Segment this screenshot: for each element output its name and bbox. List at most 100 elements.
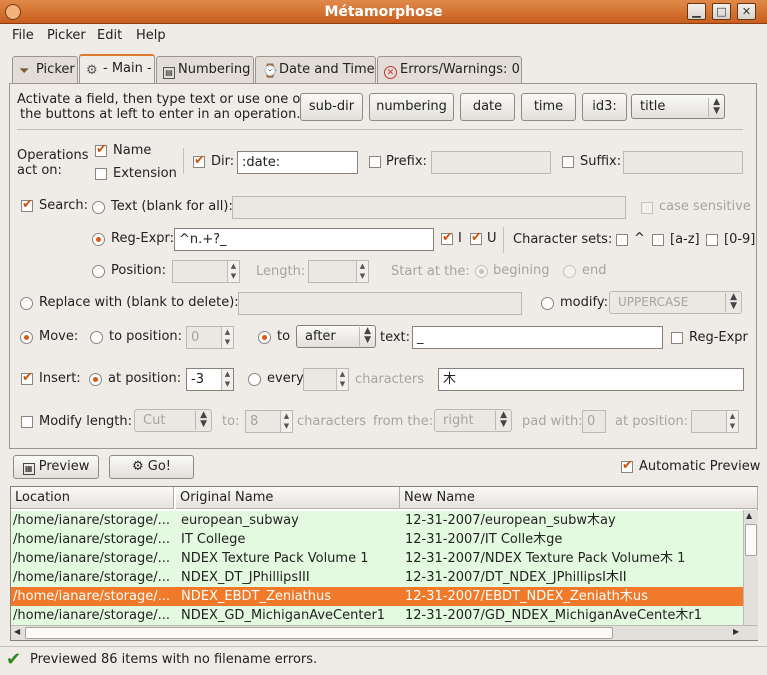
spin-arrows-icon[interactable]: ▲ ▼: [280, 411, 292, 432]
close-icon[interactable]: ✕: [737, 3, 756, 20]
regexpr-radio[interactable]: [92, 233, 105, 246]
spin-arrows-icon[interactable]: ▲ ▼: [227, 261, 239, 282]
table-row[interactable]: /home/ianare/storage/... NDEX_DT_JPhilli…: [11, 568, 743, 587]
table-row[interactable]: /home/ianare/storage/... NDEX Texture Pa…: [11, 549, 743, 568]
cut-select[interactable]: Cut ▲ ▼: [134, 409, 212, 432]
case-sensitive-checkbox[interactable]: [641, 202, 653, 214]
column-header-location[interactable]: Location: [11, 487, 174, 509]
pad-position-spinner[interactable]: ▲ ▼: [691, 410, 739, 433]
to-position-spinner[interactable]: 0 ▲ ▼: [186, 326, 234, 349]
cell-original-name: european_subway: [181, 513, 299, 528]
date-button[interactable]: date: [460, 93, 515, 121]
modify-length-checkbox[interactable]: [21, 416, 33, 428]
preview-button[interactable]: ▦ Preview: [13, 455, 99, 479]
menu-picker[interactable]: Picker: [47, 28, 86, 43]
scroll-left-icon[interactable]: ◀: [14, 627, 20, 636]
insert-text-input[interactable]: 木: [438, 368, 744, 391]
spin-arrows-icon[interactable]: ▲ ▼: [221, 369, 233, 390]
to-length-spinner[interactable]: 8 ▲ ▼: [245, 410, 293, 433]
move-radio[interactable]: [20, 331, 33, 344]
charset-caret-checkbox[interactable]: [616, 234, 628, 246]
table-row[interactable]: /home/ianare/storage/... IT College 12-3…: [11, 530, 743, 549]
at-position-spinner[interactable]: -3 ▲ ▼: [186, 368, 234, 391]
scroll-up-icon[interactable]: ▲: [746, 511, 752, 520]
tab-date-and-time[interactable]: ⌚Date and Time: [255, 56, 376, 83]
to-position-radio[interactable]: [90, 331, 103, 344]
insert-checkbox[interactable]: ✔: [21, 371, 33, 385]
id3-button[interactable]: id3:: [582, 93, 627, 121]
minimize-icon[interactable]: ▁: [687, 3, 706, 20]
every-spinner[interactable]: ▲ ▼: [303, 368, 349, 391]
regexpr-input[interactable]: ^n.+?_: [174, 228, 434, 251]
length-spinner[interactable]: ▲ ▼: [308, 260, 369, 283]
id3-select[interactable]: title ▲ ▼: [631, 94, 725, 119]
move-text-input[interactable]: _: [412, 326, 663, 349]
to-select[interactable]: after ▲ ▼: [296, 325, 376, 348]
column-header-original-name[interactable]: Original Name: [176, 487, 400, 509]
to-radio[interactable]: [258, 331, 271, 344]
suffix-label: Suffix:: [580, 154, 622, 169]
menu-help[interactable]: Help: [136, 28, 166, 43]
from-select[interactable]: right ▲ ▼: [434, 409, 512, 432]
spin-arrows-icon[interactable]: ▲ ▼: [221, 327, 233, 348]
table-row[interactable]: /home/ianare/storage/... NDEX_GD_Michiga…: [11, 606, 743, 625]
charset-az-label: [a-z]: [670, 232, 700, 247]
go-button[interactable]: ⚙ Go!: [109, 455, 194, 479]
app-icon[interactable]: [5, 4, 21, 20]
column-header-new-name[interactable]: New Name: [400, 487, 758, 509]
vertical-scrollbar[interactable]: ▲: [743, 510, 758, 625]
every-radio[interactable]: [248, 373, 261, 386]
dir-input[interactable]: :date:: [237, 151, 358, 174]
menu-edit[interactable]: Edit: [97, 28, 122, 43]
every-label: every: [267, 371, 304, 386]
end-radio[interactable]: [563, 265, 576, 278]
scroll-right-icon[interactable]: ▶: [733, 627, 739, 636]
numbering-button[interactable]: numbering: [369, 93, 454, 121]
scroll-thumb[interactable]: [745, 524, 757, 556]
auto-preview-checkbox[interactable]: ✔: [621, 459, 633, 473]
suffix-input[interactable]: [623, 151, 743, 174]
replace-radio[interactable]: [20, 297, 33, 310]
characters-label: characters: [355, 372, 425, 387]
charset-az-checkbox[interactable]: [652, 234, 664, 246]
menu-file[interactable]: File: [12, 28, 34, 43]
beginning-radio[interactable]: [475, 265, 488, 278]
extension-checkbox[interactable]: [95, 168, 107, 180]
dir-checkbox[interactable]: ✔: [193, 154, 205, 168]
table-row-selected[interactable]: /home/ianare/storage/... NDEX_EBDT_Zenia…: [11, 587, 743, 606]
name-checkbox[interactable]: ✔: [95, 143, 107, 157]
to-position-label: to position:: [109, 329, 183, 344]
modify-radio[interactable]: [541, 297, 554, 310]
position-spinner[interactable]: ▲ ▼: [172, 260, 240, 283]
spin-arrows-icon[interactable]: ▲ ▼: [336, 369, 348, 390]
flag-i-checkbox[interactable]: ✔: [441, 231, 453, 245]
tab-errors-warnings[interactable]: ✕ Errors/Warnings: 0: [377, 56, 522, 83]
replace-input[interactable]: [238, 292, 522, 315]
horizontal-scrollbar[interactable]: ◀ ▶: [11, 625, 758, 640]
pad-input[interactable]: 0: [582, 410, 606, 433]
time-button[interactable]: time: [521, 93, 576, 121]
table-row[interactable]: /home/ianare/storage/... european_subway…: [11, 511, 743, 530]
spin-arrows-icon[interactable]: ▲ ▼: [726, 411, 738, 432]
prefix-input[interactable]: [431, 151, 551, 174]
spin-arrows-icon[interactable]: ▲ ▼: [356, 261, 368, 282]
search-checkbox[interactable]: ✔: [21, 198, 33, 212]
sub-dir-button[interactable]: sub-dir: [300, 93, 363, 121]
position-radio[interactable]: [92, 265, 105, 278]
file-list[interactable]: Location Original Name New Name /home/ia…: [10, 486, 758, 641]
scroll-thumb[interactable]: [25, 627, 613, 639]
maximize-icon[interactable]: □: [712, 3, 731, 20]
search-text-input[interactable]: [232, 196, 626, 219]
at-position-radio[interactable]: [89, 373, 102, 386]
tab-numbering[interactable]: ▤ Numbering: [156, 56, 254, 83]
tab-picker[interactable]: ⏷ Picker: [12, 56, 78, 83]
text-radio[interactable]: [92, 201, 105, 214]
move-regexpr-checkbox[interactable]: [671, 332, 683, 344]
charset-09-checkbox[interactable]: [706, 234, 718, 246]
tab-main[interactable]: ⚙ - Main -: [79, 54, 155, 84]
flag-u-checkbox[interactable]: ✔: [470, 231, 482, 245]
modify-select[interactable]: UPPERCASE ▲ ▼: [609, 291, 742, 314]
prefix-checkbox[interactable]: [369, 156, 381, 168]
chevron-updown-icon: ▲ ▼: [708, 98, 720, 117]
suffix-checkbox[interactable]: [562, 156, 574, 168]
